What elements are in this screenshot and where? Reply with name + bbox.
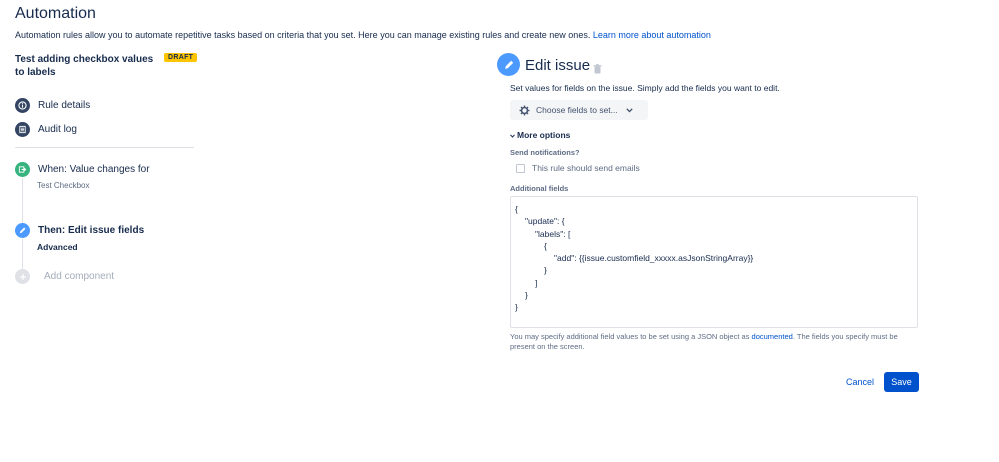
page-intro: Automation rules allow you to automate r… xyxy=(15,30,711,40)
trigger-icon xyxy=(15,162,30,177)
json-line: } xyxy=(515,302,518,312)
json-line: { xyxy=(515,204,518,214)
additional-fields-help: You may specify additional field values … xyxy=(510,332,920,352)
json-line: ] xyxy=(535,278,538,288)
sidebar-divider xyxy=(15,147,194,148)
trash-icon[interactable] xyxy=(593,61,602,79)
chevron-down-icon xyxy=(626,107,633,113)
chevron-down-icon xyxy=(510,130,515,140)
trigger-label: When: Value changes for xyxy=(38,164,150,175)
sidebar-item-label: Audit log xyxy=(38,124,77,135)
send-emails-option[interactable]: This rule should send emails xyxy=(516,163,640,173)
documented-link[interactable]: documented xyxy=(752,332,793,341)
helper-text: You may specify additional field values … xyxy=(510,332,750,341)
send-notifications-label: Send notifications? xyxy=(510,148,580,157)
save-button[interactable]: Save xyxy=(884,372,919,392)
send-emails-label: This rule should send emails xyxy=(532,163,640,173)
additional-fields-label: Additional fields xyxy=(510,184,569,193)
action-label: Then: Edit issue fields xyxy=(38,225,145,236)
document-icon xyxy=(15,122,30,137)
json-line: } xyxy=(544,265,547,275)
choose-fields-label: Choose fields to set... xyxy=(536,105,618,115)
action-component[interactable]: Then: Edit issue fields xyxy=(15,223,144,238)
trigger-component[interactable]: When: Value changes for xyxy=(15,162,150,177)
page-title: Automation xyxy=(15,5,96,22)
sidebar-item-rule-details[interactable]: Rule details xyxy=(15,98,90,113)
draft-badge: DRAFT xyxy=(164,53,198,62)
pencil-icon xyxy=(15,223,30,238)
edit-issue-pencil-icon xyxy=(497,53,520,76)
additional-fields-editor[interactable]: { "update": { "labels": [ { "add": {{iss… xyxy=(510,196,918,328)
plus-icon xyxy=(15,269,30,284)
choose-fields-dropdown[interactable]: Choose fields to set... xyxy=(510,100,648,120)
more-options-label: More options xyxy=(517,130,571,140)
send-emails-checkbox[interactable] xyxy=(516,163,525,173)
flow-connector xyxy=(22,178,23,223)
info-icon xyxy=(15,98,30,113)
add-component-button[interactable]: Add component xyxy=(15,269,114,284)
cancel-button[interactable]: Cancel xyxy=(846,377,874,387)
learn-more-link[interactable]: Learn more about automation xyxy=(593,30,711,40)
rule-name: Test adding checkbox values to labels xyxy=(15,54,154,78)
add-component-label: Add component xyxy=(44,271,115,282)
intro-text: Automation rules allow you to automate r… xyxy=(15,30,591,40)
json-line: "add": {{issue.customfield_xxxxx.asJsonS… xyxy=(554,253,754,263)
sidebar-item-audit-log[interactable]: Audit log xyxy=(15,122,77,137)
sidebar-item-label: Rule details xyxy=(38,100,91,111)
editor-description: Set values for fields on the issue. Simp… xyxy=(510,83,780,93)
more-options-toggle[interactable]: More options xyxy=(510,130,570,140)
json-line: "update": { xyxy=(525,216,565,226)
editor-title: Edit issue xyxy=(525,57,591,74)
flow-connector xyxy=(22,239,23,270)
action-detail: Advanced xyxy=(37,242,78,252)
trigger-detail: Test Checkbox xyxy=(37,181,90,190)
json-line: } xyxy=(525,290,528,300)
json-line: "labels": [ xyxy=(535,229,571,239)
gear-icon xyxy=(519,105,530,116)
json-line: { xyxy=(544,241,547,251)
